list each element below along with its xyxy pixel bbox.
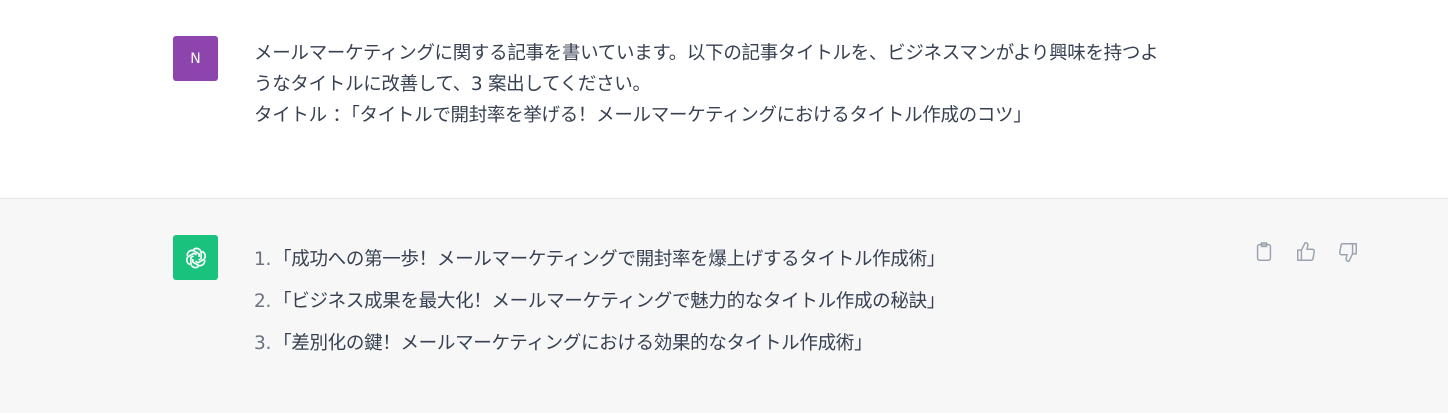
list-item: 1. 「成功への第一歩！メールマーケティングで開封率を爆上げするタイトル作成術」 — [254, 239, 945, 281]
thumbs-up-icon — [1297, 242, 1315, 261]
user-avatar-initial: N — [190, 50, 201, 67]
list-item-number: 3. — [254, 333, 272, 354]
list-item: 2. 「ビジネス成果を最大化！メールマーケティングで魅力的なタイトル作成の秘訣」 — [254, 281, 945, 323]
user-message-line: メールマーケティングに関する記事を書いています。以下の記事タイトルを、ビジネスマ… — [254, 43, 1159, 64]
assistant-message: 1. 「成功への第一歩！メールマーケティングで開封率を爆上げするタイトル作成術」 … — [0, 199, 1448, 413]
assistant-avatar — [173, 235, 218, 280]
list-item-text: 「成功への第一歩！メールマーケティングで開封率を爆上げするタイトル作成術」 — [273, 249, 945, 270]
user-message-line: うなタイトルに改善して、3 案出してください。 — [254, 74, 651, 95]
message-actions — [1252, 240, 1360, 264]
user-avatar: N — [173, 36, 218, 81]
list-item-number: 1. — [254, 249, 272, 270]
thumbs-down-icon — [1339, 243, 1357, 262]
openai-logo-icon — [185, 247, 206, 268]
user-message-text: メールマーケティングに関する記事を書いています。以下の記事タイトルを、ビジネスマ… — [254, 38, 1234, 131]
list-item-text: 「差別化の鍵！メールマーケティングにおける効果的なタイトル作成術」 — [273, 333, 873, 354]
answer-list: 1. 「成功への第一歩！メールマーケティングで開封率を爆上げするタイトル作成術」 … — [254, 239, 945, 365]
list-item-text: 「ビジネス成果を最大化！メールマーケティングで魅力的なタイトル作成の秘訣」 — [273, 291, 945, 312]
copy-button[interactable] — [1252, 240, 1276, 264]
list-item-number: 2. — [254, 291, 272, 312]
clipboard-icon — [1256, 242, 1272, 261]
user-message: N メールマーケティングに関する記事を書いています。以下の記事タイトルを、ビジネ… — [0, 0, 1448, 199]
thumbs-down-button[interactable] — [1336, 240, 1360, 264]
user-message-line: タイトル ：「タイトルで開封率を挙げる！メールマーケティングにおけるタイトル作成… — [254, 105, 1032, 126]
thumbs-up-button[interactable] — [1294, 240, 1318, 264]
list-item: 3. 「差別化の鍵！メールマーケティングにおける効果的なタイトル作成術」 — [254, 323, 945, 365]
